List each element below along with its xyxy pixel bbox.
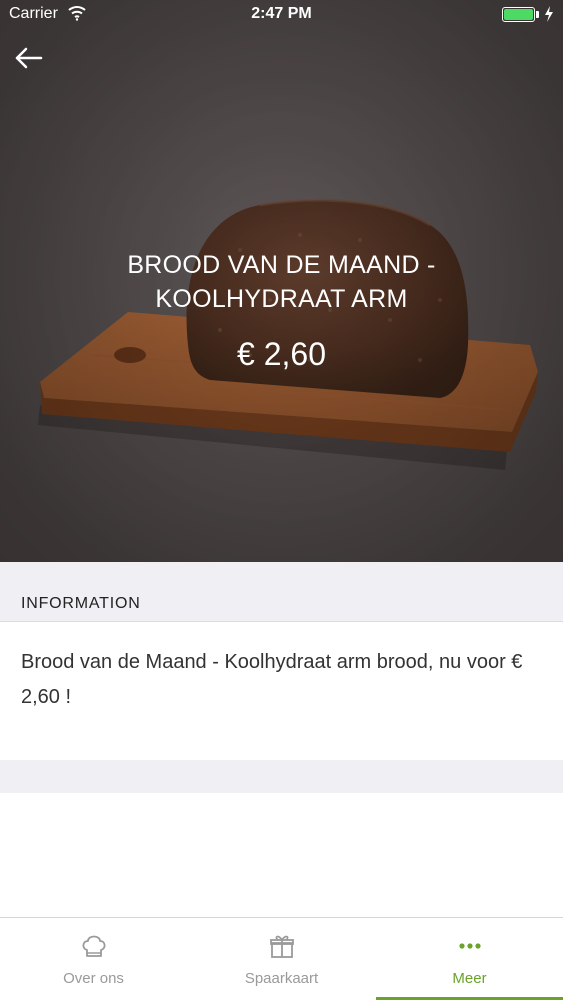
section-header: INFORMATION: [0, 562, 563, 622]
arrow-left-icon: [15, 47, 43, 69]
tab-meer[interactable]: Meer: [376, 918, 563, 1000]
status-bar: Carrier 2:47 PM: [0, 0, 563, 30]
product-price: € 2,60: [237, 336, 326, 372]
product-hero: Carrier 2:47 PM BROOD VAN DE MAAND - KOO…: [0, 0, 563, 562]
chef-hat-icon: [81, 935, 106, 957]
tab-label: Over ons: [63, 970, 124, 987]
info-description: Brood van de Maand - Koolhydraat arm bro…: [21, 651, 523, 708]
section-header-label: INFORMATION: [21, 595, 141, 612]
battery-nub: [536, 11, 539, 18]
tab-spaarkaart[interactable]: Spaarkaart: [188, 918, 375, 1000]
tab-bar: Over ons Spaarkaart Meer: [0, 917, 563, 1000]
info-body: Brood van de Maand - Koolhydraat arm bro…: [0, 622, 563, 760]
tab-label: Spaarkaart: [244, 970, 319, 987]
charging-bolt-icon: [545, 6, 553, 22]
product-title: BROOD VAN DE MAAND - KOOLHYDRAAT ARM: [127, 251, 436, 313]
tab-label: Meer: [452, 970, 487, 987]
section-separator: [0, 760, 563, 793]
more-dots-icon: [458, 943, 481, 949]
tab-over-ons[interactable]: Over ons: [0, 918, 187, 1000]
gift-icon: [269, 935, 294, 958]
battery-icon: [502, 7, 535, 22]
back-button[interactable]: [12, 44, 46, 72]
clock: 2:47 PM: [251, 5, 312, 22]
